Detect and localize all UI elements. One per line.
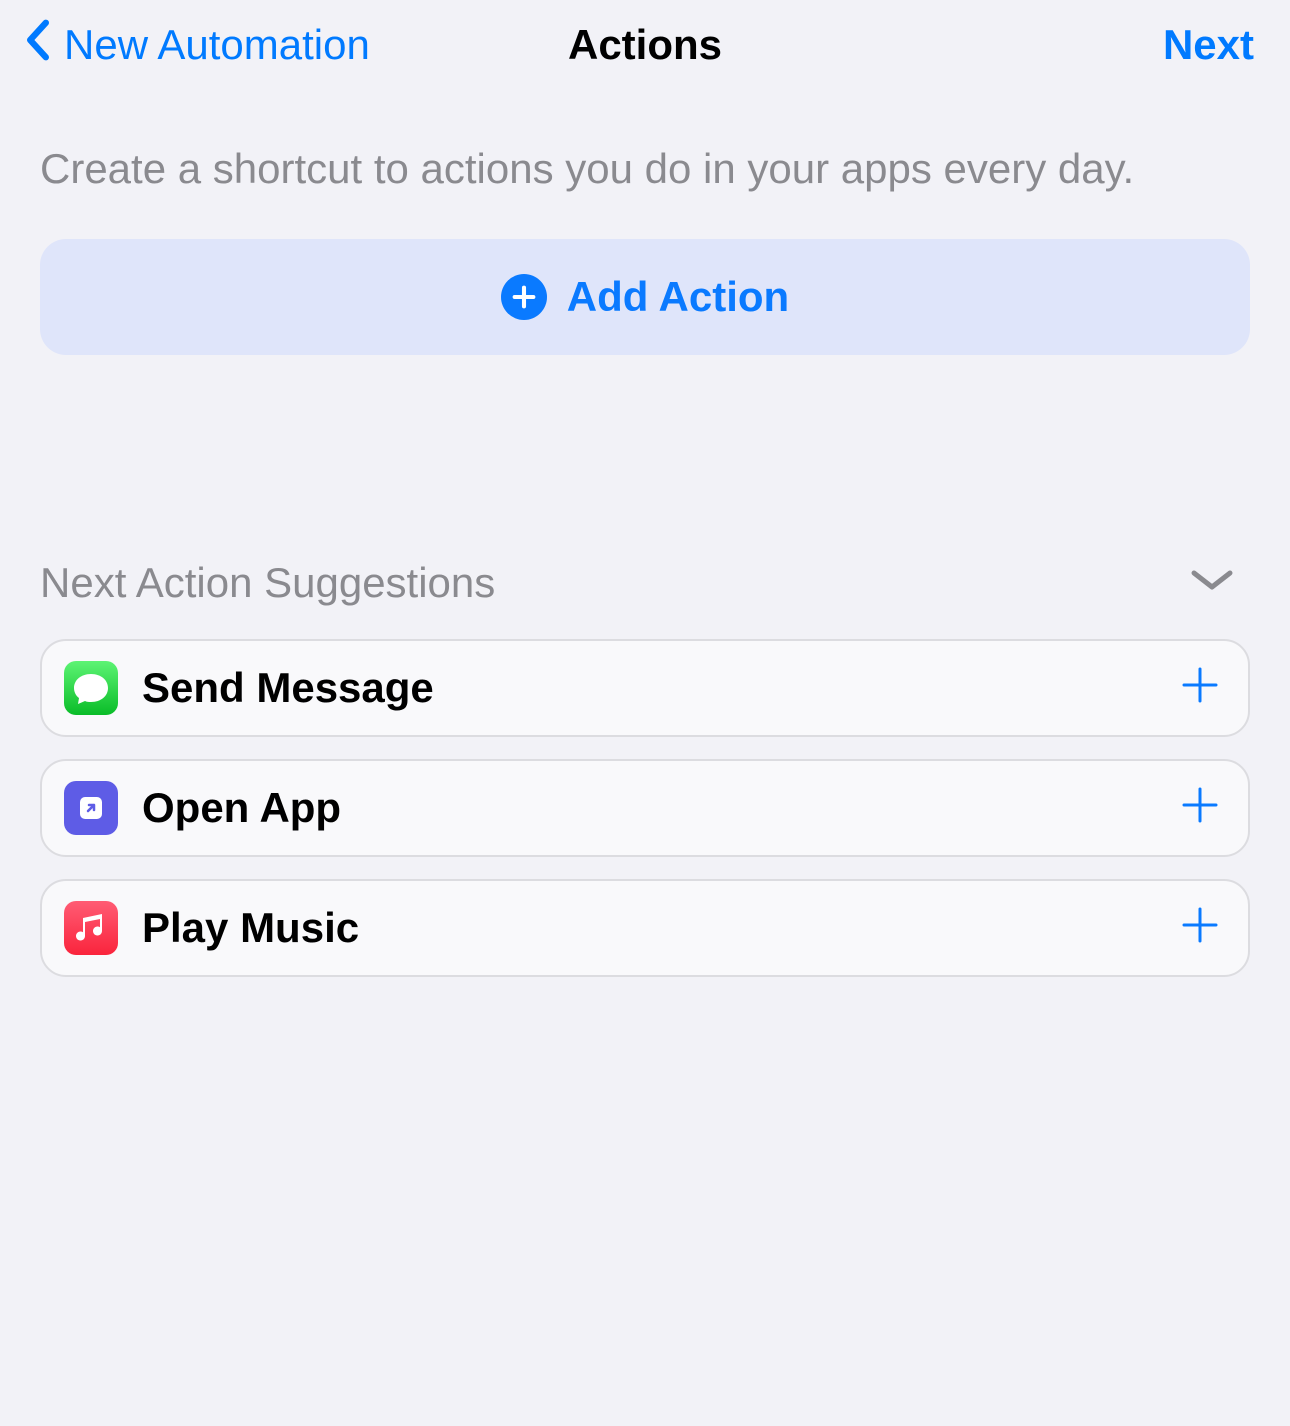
navigation-bar: New Automation Actions Next — [0, 0, 1290, 90]
suggestions-section: Next Action Suggestions Send Message — [0, 559, 1290, 977]
suggestion-item-play-music[interactable]: Play Music — [40, 879, 1250, 977]
plus-icon — [1180, 692, 1220, 709]
page-title: Actions — [568, 21, 722, 69]
add-action-label: Add Action — [567, 273, 789, 321]
add-action-button[interactable]: Add Action — [40, 239, 1250, 355]
add-suggestion-button[interactable] — [1180, 905, 1220, 950]
back-button[interactable]: New Automation — [24, 18, 370, 72]
description-text: Create a shortcut to actions you do in y… — [40, 142, 1250, 197]
suggestion-list: Send Message Open App — [40, 639, 1250, 977]
suggestions-header: Next Action Suggestions — [40, 559, 1250, 607]
open-app-icon — [64, 781, 118, 835]
next-button[interactable]: Next — [1163, 21, 1254, 69]
plus-icon — [1180, 812, 1220, 829]
suggestion-item-open-app[interactable]: Open App — [40, 759, 1250, 857]
chevron-left-icon — [24, 18, 52, 72]
plus-icon — [1180, 932, 1220, 949]
suggestion-label: Play Music — [142, 904, 1180, 952]
messages-icon — [64, 661, 118, 715]
collapse-suggestions-button[interactable] — [1190, 567, 1234, 598]
back-label: New Automation — [64, 21, 370, 69]
suggestions-title: Next Action Suggestions — [40, 559, 495, 607]
plus-circle-icon — [501, 274, 547, 320]
main-content: Create a shortcut to actions you do in y… — [0, 90, 1290, 355]
chevron-down-icon — [1190, 580, 1234, 597]
suggestion-label: Open App — [142, 784, 1180, 832]
suggestion-item-send-message[interactable]: Send Message — [40, 639, 1250, 737]
suggestion-label: Send Message — [142, 664, 1180, 712]
add-suggestion-button[interactable] — [1180, 665, 1220, 710]
music-icon — [64, 901, 118, 955]
add-suggestion-button[interactable] — [1180, 785, 1220, 830]
